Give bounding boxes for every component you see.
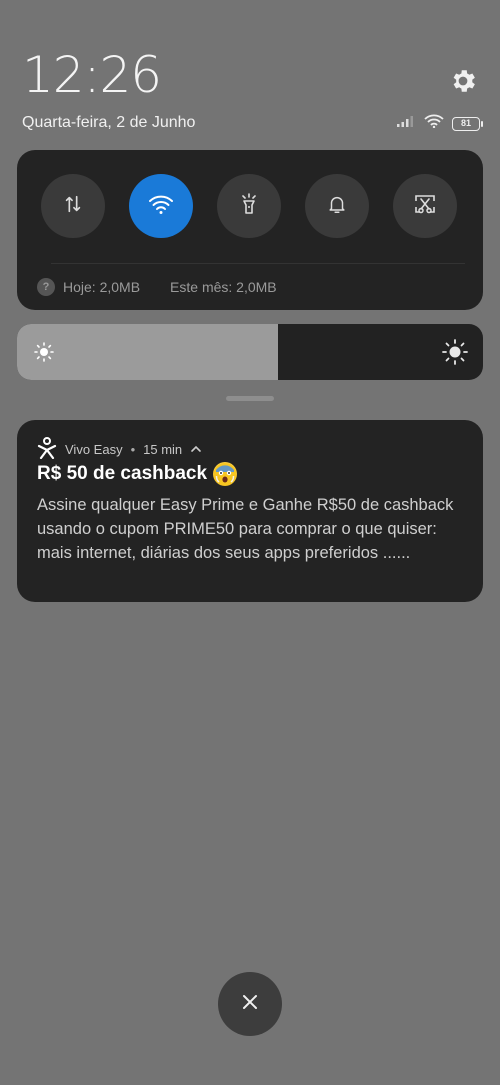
notification-body: Assine qualquer Easy Prime e Ganhe R$50 … xyxy=(37,496,454,562)
separator-dot: • xyxy=(130,442,136,457)
chevron-up-icon[interactable] xyxy=(190,442,202,457)
divider xyxy=(51,263,465,264)
clear-notifications-button[interactable] xyxy=(218,972,282,1036)
data-usage-icon: ? xyxy=(37,278,55,296)
mobile-data-toggle[interactable] xyxy=(41,174,105,238)
notification-app-name: Vivo Easy xyxy=(65,442,123,457)
brightness-high-icon xyxy=(441,338,469,371)
signal-icon xyxy=(396,114,416,133)
flashlight-toggle[interactable] xyxy=(217,174,281,238)
notification-header: Vivo Easy • 15 min xyxy=(37,437,202,462)
data-usage-today: Hoje: 2,0MB xyxy=(63,279,141,295)
battery-level: 81 xyxy=(460,118,471,128)
date: Quarta-feira, 2 de Junho xyxy=(22,114,196,131)
vivo-easy-logo-icon xyxy=(37,437,57,462)
battery-icon: 81 xyxy=(452,116,483,131)
wifi-status-icon xyxy=(424,114,444,133)
wifi-icon xyxy=(148,193,174,220)
bell-icon xyxy=(326,193,348,220)
notification-title: R$ 50 de cashback xyxy=(37,463,208,484)
notification-time: 15 min xyxy=(143,442,183,457)
notification-card[interactable]: Vivo Easy • 15 min R$ 50 de cashback Ass… xyxy=(17,420,483,602)
data-usage-month: Este mês: 2,0MB xyxy=(170,279,277,295)
flashlight-icon xyxy=(238,192,260,221)
notification-shade: 12:26 Quarta-feira, 2 de Junho 81 ? Hoje… xyxy=(0,0,500,1085)
shocked-face-emoji-icon xyxy=(213,462,238,486)
data-usage[interactable]: ? Hoje: 2,0MB Este mês: 2,0MB xyxy=(37,278,277,296)
notifications-toggle[interactable] xyxy=(305,174,369,238)
status-bar-icons: 81 xyxy=(396,114,483,133)
drag-handle[interactable] xyxy=(226,396,274,401)
close-icon xyxy=(241,993,259,1016)
brightness-low-icon xyxy=(33,341,55,368)
wifi-toggle[interactable] xyxy=(129,174,193,238)
clock: 12:26 xyxy=(22,46,162,104)
brightness-slider[interactable] xyxy=(17,324,483,380)
brightness-fill xyxy=(17,324,278,380)
arrows-updown-icon xyxy=(62,193,84,220)
notification-title-row: R$ 50 de cashback xyxy=(37,462,238,486)
scissors-icon xyxy=(413,193,437,220)
screenshot-toggle[interactable] xyxy=(393,174,457,238)
quick-settings-panel: ? Hoje: 2,0MB Este mês: 2,0MB xyxy=(17,150,483,310)
gear-icon[interactable] xyxy=(448,66,478,96)
